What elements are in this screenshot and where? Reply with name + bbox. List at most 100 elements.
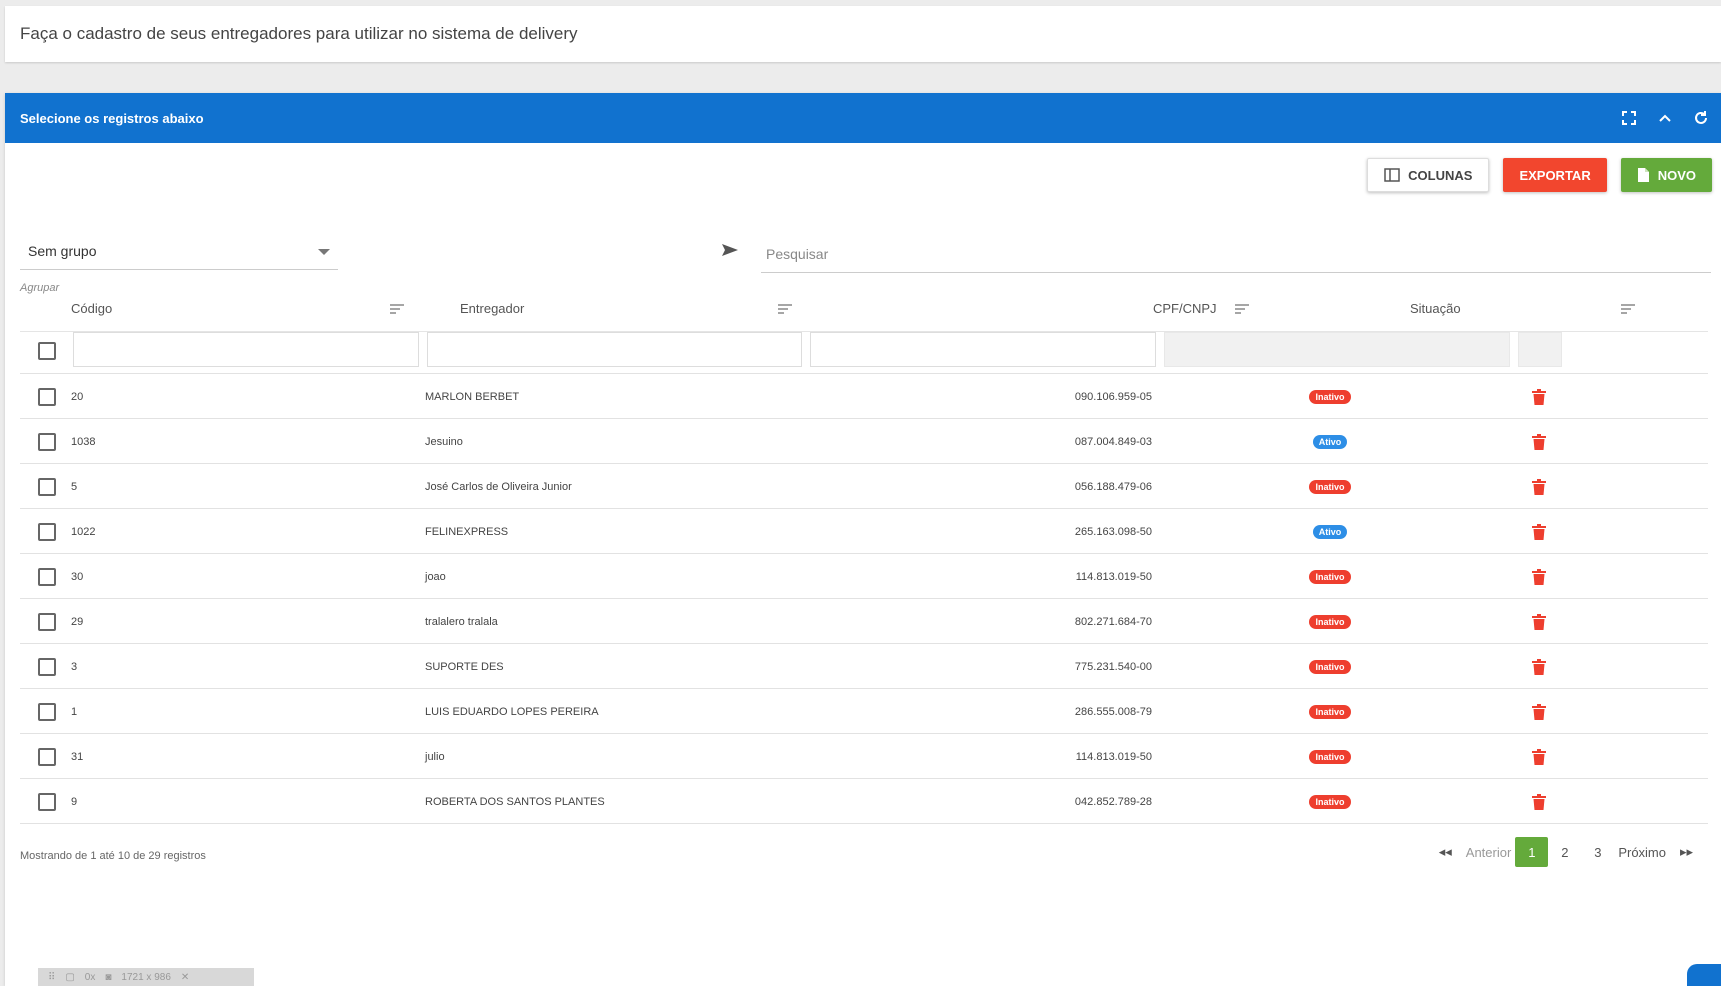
cell-codigo: 1: [71, 705, 78, 718]
group-select-value: Sem grupo: [28, 243, 97, 259]
cell-cpf: 775.231.540-00: [1074, 660, 1152, 673]
delete-button[interactable]: [1532, 599, 1546, 644]
column-header-entregador[interactable]: Entregador: [460, 301, 524, 321]
sort-icon[interactable]: [1621, 303, 1635, 321]
cell-entregador: julio: [425, 750, 445, 763]
cell-cpf: 087.004.849-03: [1074, 435, 1152, 448]
first-page-button[interactable]: ◂◂: [1429, 837, 1462, 867]
row-checkbox[interactable]: [38, 792, 56, 811]
table-row[interactable]: 29 tralalero tralala 802.271.684-70 Inat…: [20, 598, 1708, 643]
columns-icon: [1384, 168, 1400, 182]
cell-cpf: 114.813.019-50: [1075, 570, 1152, 583]
status-badge: Inativo: [1309, 704, 1351, 719]
cell-entregador: José Carlos de Oliveira Junior: [425, 480, 572, 493]
delete-button[interactable]: [1532, 464, 1546, 509]
cell-entregador: MARLON BERBET: [425, 390, 520, 403]
size-readout: 1721 x 986: [121, 971, 171, 983]
row-checkbox[interactable]: [38, 567, 56, 586]
last-page-button[interactable]: ▸▸: [1670, 837, 1703, 867]
page-1-button[interactable]: 1: [1515, 837, 1549, 867]
trash-icon: [1532, 703, 1546, 720]
group-select[interactable]: Sem grupo: [20, 233, 338, 270]
cell-cpf: 265.163.098-50: [1074, 525, 1152, 538]
column-header-situacao[interactable]: Situação: [1410, 301, 1461, 321]
cell-codigo: 30: [71, 570, 84, 583]
trash-icon: [1532, 523, 1546, 540]
table-row[interactable]: 1022 FELINEXPRESS 265.163.098-50 Ativo: [20, 508, 1708, 553]
zoom-readout: 0x: [84, 971, 96, 983]
table-row[interactable]: 5 José Carlos de Oliveira Junior 056.188…: [20, 463, 1708, 508]
column-header-codigo[interactable]: Código: [71, 301, 112, 321]
pagination: ◂◂ Anterior 1 2 3 Próximo ▸▸: [1429, 836, 1703, 868]
filter-entregador-input[interactable]: [427, 332, 802, 367]
row-checkbox[interactable]: [38, 747, 56, 766]
page-description: Faça o cadastro de seus entregadores par…: [5, 6, 1721, 62]
delete-button[interactable]: [1532, 509, 1546, 554]
camera-icon[interactable]: ◙: [105, 972, 111, 983]
page-2-button[interactable]: 2: [1548, 837, 1581, 867]
table-row[interactable]: 9 ROBERTA DOS SANTOS PLANTES 042.852.789…: [20, 778, 1708, 823]
trash-icon: [1532, 388, 1546, 405]
cell-entregador: tralalero tralala: [425, 615, 498, 628]
row-checkbox[interactable]: [38, 612, 56, 631]
cell-cpf: 286.555.008-79: [1074, 705, 1152, 718]
export-button[interactable]: EXPORTAR: [1503, 158, 1607, 192]
table-row[interactable]: 20 MARLON BERBET 090.106.959-05 Inativo: [20, 373, 1708, 418]
previous-page-button[interactable]: Anterior: [1462, 837, 1516, 867]
chevron-up-icon[interactable]: [1657, 110, 1673, 126]
filter-cpf-input[interactable]: [810, 332, 1156, 367]
column-header-cpf[interactable]: CPF/CNPJ: [1153, 301, 1217, 321]
row-checkbox[interactable]: [38, 657, 56, 676]
filter-codigo-input[interactable]: [73, 332, 419, 367]
status-badge: Inativo: [1309, 794, 1351, 809]
page-3-button[interactable]: 3: [1581, 837, 1614, 867]
delete-button[interactable]: [1532, 734, 1546, 779]
expand-icon[interactable]: [1621, 110, 1637, 126]
table-row[interactable]: 3 SUPORTE DES 775.231.540-00 Inativo: [20, 643, 1708, 688]
delete-button[interactable]: [1532, 419, 1546, 464]
table-row[interactable]: 31 julio 114.813.019-50 Inativo: [20, 733, 1708, 778]
delete-button[interactable]: [1532, 554, 1546, 599]
cell-entregador: SUPORTE DES: [425, 660, 504, 673]
delete-button[interactable]: [1532, 374, 1546, 419]
send-icon[interactable]: [721, 243, 739, 262]
sort-icon[interactable]: [390, 303, 404, 321]
corner-button[interactable]: [1687, 964, 1721, 986]
cell-codigo: 29: [71, 615, 84, 628]
chevron-down-icon: [318, 249, 330, 255]
row-checkbox[interactable]: [38, 522, 56, 541]
row-checkbox[interactable]: [38, 702, 56, 721]
close-icon[interactable]: ✕: [181, 972, 189, 983]
cell-codigo: 5: [71, 480, 78, 493]
delete-button[interactable]: [1532, 689, 1546, 734]
status-badge: Inativo: [1309, 569, 1351, 584]
cell-entregador: FELINEXPRESS: [425, 525, 509, 538]
cell-codigo: 9: [71, 795, 78, 808]
refresh-icon[interactable]: [1693, 110, 1709, 126]
next-page-button[interactable]: Próximo: [1614, 837, 1670, 867]
sort-icon[interactable]: [1235, 303, 1249, 321]
cell-codigo: 3: [71, 660, 78, 673]
delete-button[interactable]: [1532, 779, 1546, 824]
cell-codigo: 1022: [71, 525, 96, 538]
table-row[interactable]: 30 joao 114.813.019-50 Inativo: [20, 553, 1708, 598]
sort-icon[interactable]: [778, 303, 792, 321]
square-icon[interactable]: ▢: [65, 972, 74, 983]
file-icon: [1637, 168, 1649, 182]
trash-icon: [1532, 478, 1546, 495]
table-row[interactable]: 1 LUIS EDUARDO LOPES PEREIRA 286.555.008…: [20, 688, 1708, 733]
table-row[interactable]: 1038 Jesuino 087.004.849-03 Ativo: [20, 418, 1708, 463]
select-all-checkbox[interactable]: [38, 342, 56, 360]
records-summary: Mostrando de 1 até 10 de 29 registros: [20, 850, 206, 862]
columns-button[interactable]: COLUNAS: [1367, 158, 1490, 192]
panel-title: Selecione os registros abaixo: [20, 110, 204, 126]
row-checkbox[interactable]: [38, 432, 56, 451]
delete-button[interactable]: [1532, 644, 1546, 689]
search-input[interactable]: [761, 235, 1711, 273]
new-button[interactable]: NOVO: [1620, 158, 1712, 192]
row-checkbox[interactable]: [38, 477, 56, 496]
export-button-label: EXPORTAR: [1519, 167, 1591, 183]
status-badge: Inativo: [1309, 389, 1351, 404]
row-checkbox[interactable]: [38, 387, 56, 406]
grid-icon[interactable]: ⠿: [48, 972, 55, 983]
